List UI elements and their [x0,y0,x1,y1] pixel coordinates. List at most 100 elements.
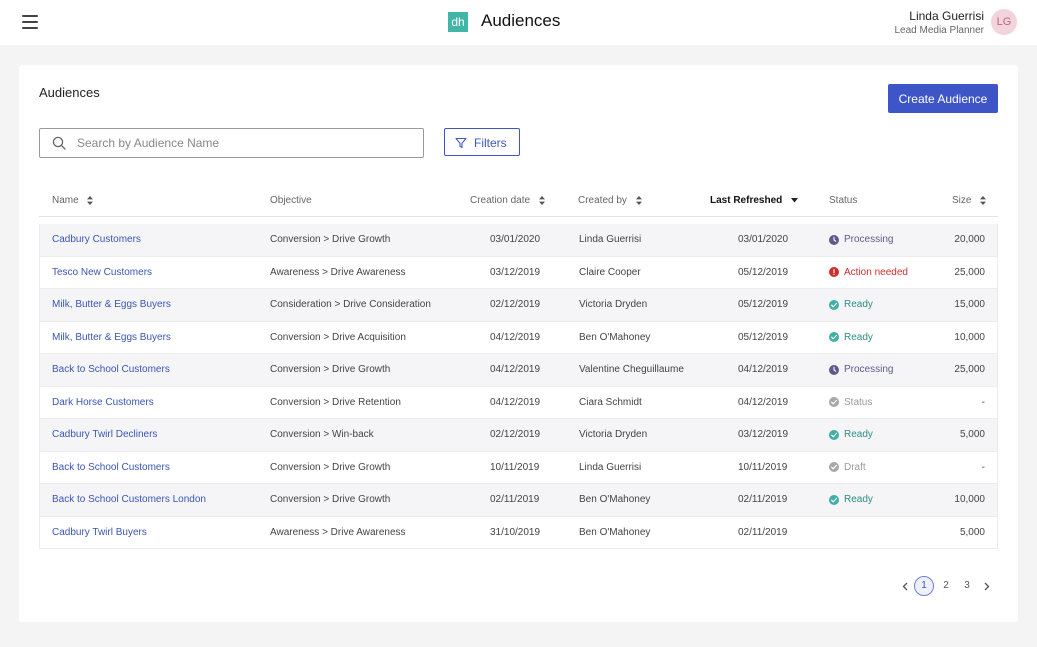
filters-label: Filters [474,136,507,150]
table-row[interactable]: Back to School Customers London Conversio… [40,484,997,517]
table-row[interactable]: Cadbury Twirl Buyers Awareness > Drive Aw… [40,517,997,549]
objective-cell: Awareness > Drive Awareness [270,266,406,278]
table-row[interactable]: Dark Horse Customers Conversion > Drive R… [40,387,997,419]
audience-name-link[interactable]: Back to School Customers [52,462,170,473]
audience-name-link[interactable]: Milk, Butter & Eggs Buyers [52,299,171,310]
last-refreshed-cell: 04/12/2019 [738,396,789,408]
check-circle-icon [829,397,839,407]
size-cell: 20,000 [954,234,985,245]
table-row[interactable]: Back to School Customers Conversion > Dri… [40,452,997,484]
column-header-name[interactable]: Name [52,195,94,206]
audience-name-link[interactable]: Cadbury Twirl Buyers [52,527,147,538]
search-box[interactable] [39,128,424,158]
table-row[interactable]: Back to School Customers Conversion > Dri… [40,354,997,387]
creation-date-cell: 04/12/2019 [490,364,541,375]
last-refreshed-cell: 03/12/2019 [738,429,789,440]
create-audience-button[interactable]: Create Audience [888,84,998,113]
created-by-cell: Ben O'Mahoney [579,526,651,538]
status-label: Status [844,396,873,408]
creation-date-cell: 03/01/2020 [490,234,541,245]
creation-date-cell: 02/12/2019 [490,429,541,440]
chevron-left-icon[interactable] [899,576,911,596]
page-1-button[interactable]: 1 [914,576,934,596]
column-header-created-by[interactable]: Created by [578,195,642,206]
user-name[interactable]: Linda Guerrisi [909,9,984,23]
check-circle-icon [829,332,839,342]
status-badge: Status [829,397,872,408]
size-cell: 25,000 [954,266,985,278]
clock-icon [829,364,839,375]
page-2-button[interactable]: 2 [940,576,952,596]
objective-cell: Conversion > Drive Acquisition [270,331,406,343]
sort-arrows-icon [980,195,987,205]
status-badge: Processing [829,234,893,245]
table-row[interactable]: Cadbury Twirl Decliners Conversion > Win-… [40,419,997,452]
creation-date-cell: 02/11/2019 [490,494,540,505]
objective-cell: Conversion > Drive Retention [270,396,401,408]
status-badge: Ready [829,299,873,310]
size-cell: 10,000 [954,331,985,343]
clock-icon [829,234,839,245]
check-circle-icon [829,299,839,310]
audience-name-link[interactable]: Tesco New Customers [52,267,152,278]
creation-date-cell: 02/12/2019 [490,299,541,310]
created-by-cell: Linda Guerrisi [579,461,642,473]
objective-cell: Conversion > Win-back [270,429,374,440]
table-row[interactable]: Cadbury Customers Conversion > Drive Grow… [40,224,997,257]
audiences-table: Name Objective Creation date Created by … [39,188,998,549]
column-header-size[interactable]: Size [952,195,987,206]
column-header-creation-date[interactable]: Creation date [470,195,545,206]
size-cell: - [981,461,985,473]
last-refreshed-cell: 10/11/2019 [738,461,788,473]
column-header-last-refreshed[interactable]: Last Refreshed [710,195,799,206]
status-badge: Action needed [829,267,908,278]
audience-name-link[interactable]: Dark Horse Customers [52,397,154,408]
status-label: Ready [844,494,873,505]
filters-button[interactable]: Filters [444,128,520,156]
column-header-label: Name [52,195,79,206]
size-cell: 10,000 [954,494,985,505]
app-title: Audiences [481,11,561,30]
check-circle-icon [829,429,839,440]
status-badge: Processing [829,364,893,375]
caret-down-icon [791,197,799,203]
column-header-objective: Objective [270,195,312,206]
hamburger-menu-icon[interactable] [22,15,38,29]
audience-name-link[interactable]: Back to School Customers London [52,494,206,505]
created-by-cell: Ciara Schmidt [579,396,642,408]
status-label: Processing [844,364,894,375]
creation-date-cell: 04/12/2019 [490,331,541,343]
check-circle-icon [829,462,839,472]
app-logo: dh [448,12,468,32]
search-input[interactable] [77,133,407,153]
column-header-label: Created by [578,195,627,206]
audience-name-link[interactable]: Back to School Customers [52,364,170,375]
audience-name-link[interactable]: Cadbury Twirl Decliners [52,429,157,440]
search-icon [52,136,66,150]
created-by-cell: Victoria Dryden [579,299,648,310]
last-refreshed-cell: 02/11/2019 [738,494,788,505]
status-label: Draft [844,461,866,473]
created-by-cell: Ben O'Mahoney [579,494,651,505]
column-header-label: Last Refreshed [710,195,783,206]
user-role: Lead Media Planner [894,25,984,36]
table-row[interactable]: Tesco New Customers Awareness > Drive Awa… [40,257,997,289]
status-label: Processing [844,234,894,245]
created-by-cell: Ben O'Mahoney [579,331,651,343]
size-cell: 25,000 [954,364,985,375]
audience-name-link[interactable]: Cadbury Customers [52,234,141,245]
objective-cell: Consideration > Drive Consideration [270,299,431,310]
chevron-right-icon[interactable] [981,576,993,596]
audience-name-link[interactable]: Milk, Butter & Eggs Buyers [52,332,171,343]
page-3-button[interactable]: 3 [961,576,973,596]
table-row[interactable]: Milk, Butter & Eggs Buyers Consideration … [40,289,997,322]
status-badge: Ready [829,332,873,343]
audiences-card: Audiences Create Audience Filters Name O… [19,65,1018,622]
table-row[interactable]: Milk, Butter & Eggs Buyers Conversion > D… [40,322,997,354]
creation-date-cell: 10/11/2019 [490,461,540,473]
user-avatar[interactable]: LG [991,9,1017,35]
created-by-cell: Claire Cooper [579,266,641,278]
last-refreshed-cell: 05/12/2019 [738,266,789,278]
size-cell: 5,000 [959,526,985,538]
table-body: Cadbury Customers Conversion > Drive Grow… [39,224,998,549]
